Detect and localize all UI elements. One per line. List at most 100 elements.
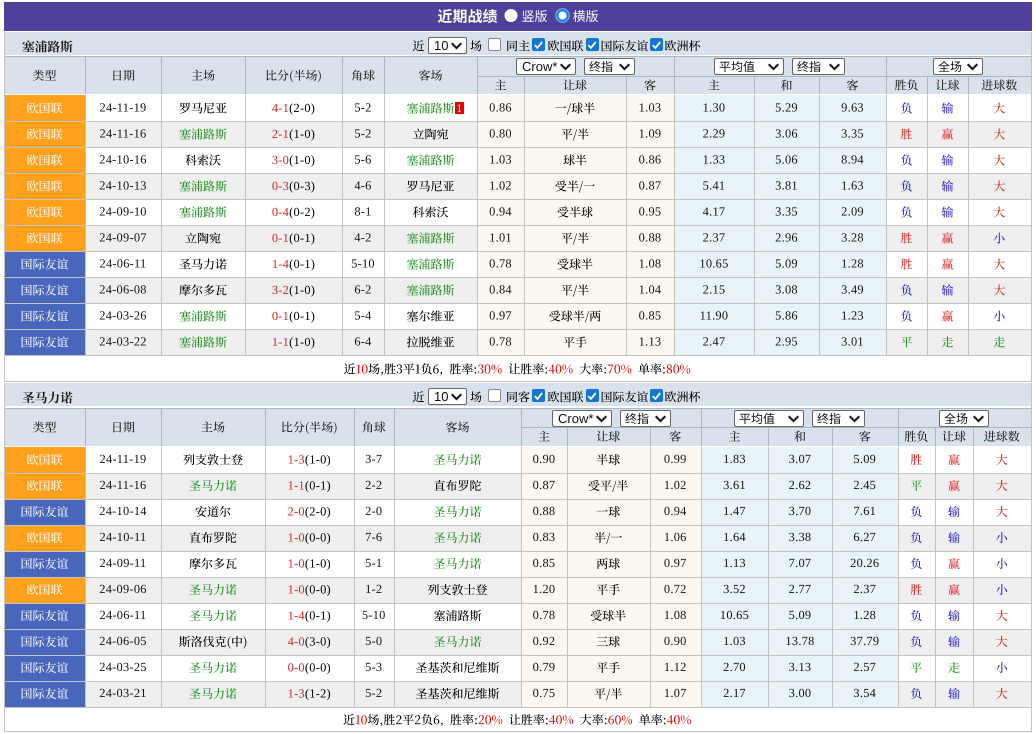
svg-text:5.09: 5.09 [789,608,812,622]
svg-text:2.77: 2.77 [789,582,812,596]
svg-text:1.02: 1.02 [664,478,687,492]
svg-text:13.78: 13.78 [785,634,814,648]
svg-text:3-0(1-0): 3-0(1-0) [272,153,315,167]
svg-text:0.85: 0.85 [639,309,662,323]
svg-text:4.17: 4.17 [703,205,726,219]
svg-text:0.97: 0.97 [489,309,512,323]
svg-text:24-10-11: 24-10-11 [100,530,147,544]
svg-text:24-11-19: 24-11-19 [100,452,147,466]
svg-text:2.96: 2.96 [775,231,798,245]
svg-text:0.90: 0.90 [664,634,687,648]
svg-text:5-6: 5-6 [354,153,371,167]
svg-text:1.08: 1.08 [664,608,687,622]
svg-text:1.30: 1.30 [703,101,726,115]
svg-text:1.08: 1.08 [639,257,662,271]
svg-text:1.83: 1.83 [723,452,746,466]
svg-text:24-03-22: 24-03-22 [99,335,146,349]
svg-text:3.28: 3.28 [841,231,864,245]
svg-text:3-7: 3-7 [365,452,382,466]
svg-text:24-11-16: 24-11-16 [100,127,147,141]
svg-text:1.03: 1.03 [489,153,512,167]
svg-text:4-0(3-0): 4-0(3-0) [288,635,331,649]
svg-text:1-4(0-1): 1-4(0-1) [272,257,315,271]
svg-text:2.09: 2.09 [841,205,864,219]
svg-text:10.65: 10.65 [720,608,749,622]
svg-text:0-1(0-1): 0-1(0-1) [272,231,315,245]
svg-text:0.86: 0.86 [639,153,662,167]
svg-text:4-2: 4-2 [354,231,371,245]
svg-text:2-0(2-0): 2-0(2-0) [288,505,331,519]
svg-text:1-3(1-0): 1-3(1-0) [288,453,331,467]
svg-text:3-2(1-0): 3-2(1-0) [272,283,315,297]
svg-text:1.02: 1.02 [489,179,512,193]
svg-text:24-10-16: 24-10-16 [99,153,146,167]
svg-text:2.47: 2.47 [703,335,726,349]
svg-text:5-1: 5-1 [365,556,382,570]
svg-text:5-3: 5-3 [365,660,382,674]
svg-text:4-6: 4-6 [354,179,371,193]
svg-text:3.13: 3.13 [789,660,812,674]
svg-text:24-03-26: 24-03-26 [99,309,146,323]
svg-text:2.17: 2.17 [723,686,746,700]
svg-text:5-2: 5-2 [354,127,371,141]
svg-text:6-2: 6-2 [354,283,371,297]
svg-text:0.85: 0.85 [533,556,556,570]
svg-text:0.97: 0.97 [664,556,687,570]
svg-text:7.61: 7.61 [853,504,876,518]
svg-text:1.20: 1.20 [533,582,556,596]
svg-text:3.00: 3.00 [789,686,812,700]
svg-text:1-0(0-0): 1-0(0-0) [288,531,331,545]
svg-text:0-3(0-3): 0-3(0-3) [272,179,315,193]
svg-text:7.07: 7.07 [789,556,812,570]
svg-text:6-4: 6-4 [354,335,371,349]
svg-text:1.13: 1.13 [639,335,662,349]
svg-text:0.88: 0.88 [639,231,662,245]
svg-text:2.15: 2.15 [703,283,726,297]
svg-text:1.64: 1.64 [723,530,746,544]
svg-text:6.27: 6.27 [853,530,876,544]
svg-text:3.70: 3.70 [789,504,812,518]
svg-text:2.95: 2.95 [775,335,798,349]
svg-text:5-2: 5-2 [365,686,382,700]
svg-text:1.03: 1.03 [639,101,662,115]
svg-text:10: 10 [434,389,448,404]
svg-text:5-2: 5-2 [354,101,371,115]
svg-text:24-10-14: 24-10-14 [99,504,146,518]
svg-text:1.47: 1.47 [723,504,746,518]
svg-text:2.29: 2.29 [703,127,726,141]
svg-text:5-4: 5-4 [354,309,371,323]
svg-text:2.70: 2.70 [723,660,746,674]
svg-text:1.23: 1.23 [841,309,864,323]
svg-text:3.06: 3.06 [775,127,798,141]
svg-text:0.78: 0.78 [533,608,556,622]
svg-text:2-1(1-0): 2-1(1-0) [272,127,315,141]
svg-text:11.90: 11.90 [700,309,729,323]
svg-text:2.57: 2.57 [853,660,876,674]
svg-text:0.79: 0.79 [533,660,556,674]
svg-text:3.81: 3.81 [775,179,798,193]
svg-text:0.86: 0.86 [489,101,512,115]
svg-text:5.29: 5.29 [775,101,798,115]
svg-text:0.94: 0.94 [489,205,512,219]
svg-text:2.45: 2.45 [853,478,876,492]
svg-text:0.99: 0.99 [664,452,687,466]
svg-text:0.83: 0.83 [533,530,556,544]
svg-text:3.35: 3.35 [841,127,864,141]
svg-text:8.94: 8.94 [841,153,864,167]
svg-text:2.37: 2.37 [703,231,726,245]
svg-text:24-09-06: 24-09-06 [99,582,146,596]
svg-text:1.12: 1.12 [664,660,687,674]
svg-text:4-1(2-0): 4-1(2-0) [272,101,315,115]
svg-text:0.78: 0.78 [489,335,512,349]
svg-text:1-3(1-2): 1-3(1-2) [288,687,331,701]
svg-text:8-1: 8-1 [354,205,371,219]
svg-text:1-1(1-0): 1-1(1-0) [272,335,315,349]
svg-text:0-1(0-1): 0-1(0-1) [272,309,315,323]
svg-text:1.03: 1.03 [723,634,746,648]
svg-text:Crow*: Crow* [522,59,557,74]
svg-text:2-2: 2-2 [365,478,382,492]
svg-text:5-10: 5-10 [351,257,375,271]
svg-text:1.33: 1.33 [703,153,726,167]
svg-text:1.63: 1.63 [841,179,864,193]
svg-text:20.26: 20.26 [850,556,879,570]
